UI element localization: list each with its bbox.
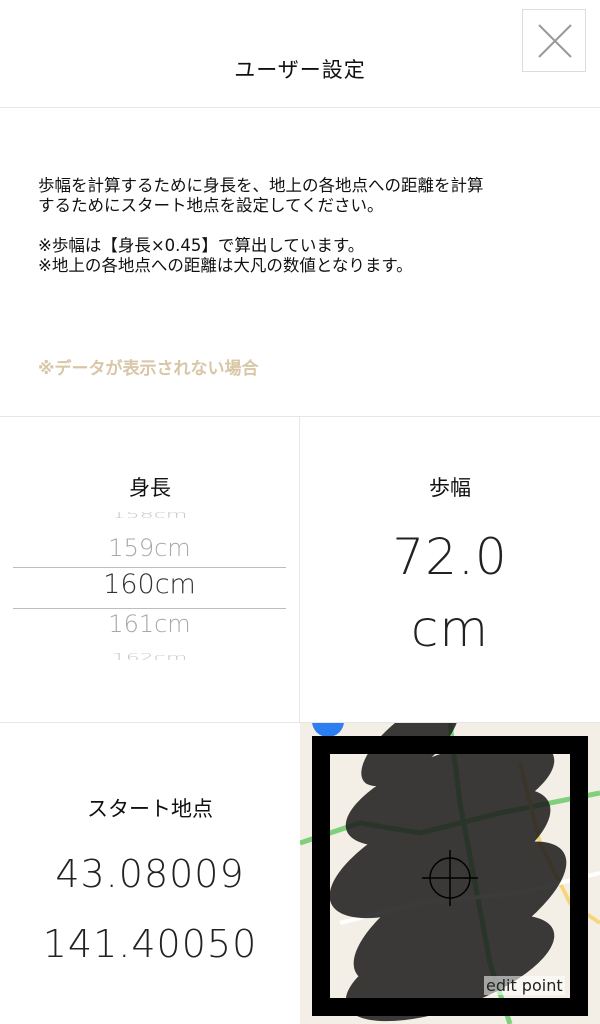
data-not-shown-link[interactable]: ※データが表示されない場合 bbox=[38, 354, 259, 379]
header-bar: ユーザー設定 bbox=[0, 0, 600, 108]
picker-option[interactable]: 161cm bbox=[13, 610, 286, 638]
height-label: 身長 bbox=[129, 476, 171, 500]
page-title: ユーザー設定 bbox=[234, 58, 366, 82]
close-button[interactable] bbox=[522, 9, 586, 72]
picker-selection-line bbox=[13, 608, 286, 609]
picker-option[interactable]: 158cm bbox=[13, 512, 286, 521]
latitude-value: 43.08009 bbox=[55, 852, 245, 896]
stride-label: 歩幅 bbox=[429, 476, 471, 500]
instruction-line-2: するためにスタート地点を設定してください。 bbox=[38, 196, 384, 215]
picker-option[interactable]: 159cm bbox=[13, 534, 286, 562]
section-divider bbox=[0, 416, 600, 417]
stride-value: 72.0 bbox=[392, 528, 508, 586]
longitude-value: 141.40050 bbox=[42, 922, 258, 966]
start-point-map[interactable]: edit point bbox=[300, 723, 600, 1024]
picker-selected-option[interactable]: 160cm bbox=[13, 569, 286, 600]
height-picker[interactable]: 158cm 159cm 160cm 161cm 162cm bbox=[13, 512, 286, 660]
stride-unit: cm bbox=[410, 600, 490, 658]
instructions-text: 歩幅を計算するために身長を、地上の各地点への距離を計算 するためにスタート地点を… bbox=[38, 176, 578, 276]
close-icon bbox=[538, 24, 572, 58]
start-point-label: スタート地点 bbox=[87, 797, 213, 821]
note-distance: ※地上の各地点への距離は大凡の数値となります。 bbox=[38, 256, 413, 275]
picker-option[interactable]: 162cm bbox=[13, 651, 286, 660]
note-stride: ※歩幅は【身長×0.45】で算出しています。 bbox=[38, 236, 365, 255]
instruction-line-1: 歩幅を計算するために身長を、地上の各地点への距離を計算 bbox=[38, 176, 484, 195]
picker-selection-line bbox=[13, 567, 286, 568]
edit-point-button[interactable]: edit point bbox=[484, 976, 565, 995]
map-frame bbox=[312, 736, 588, 1016]
